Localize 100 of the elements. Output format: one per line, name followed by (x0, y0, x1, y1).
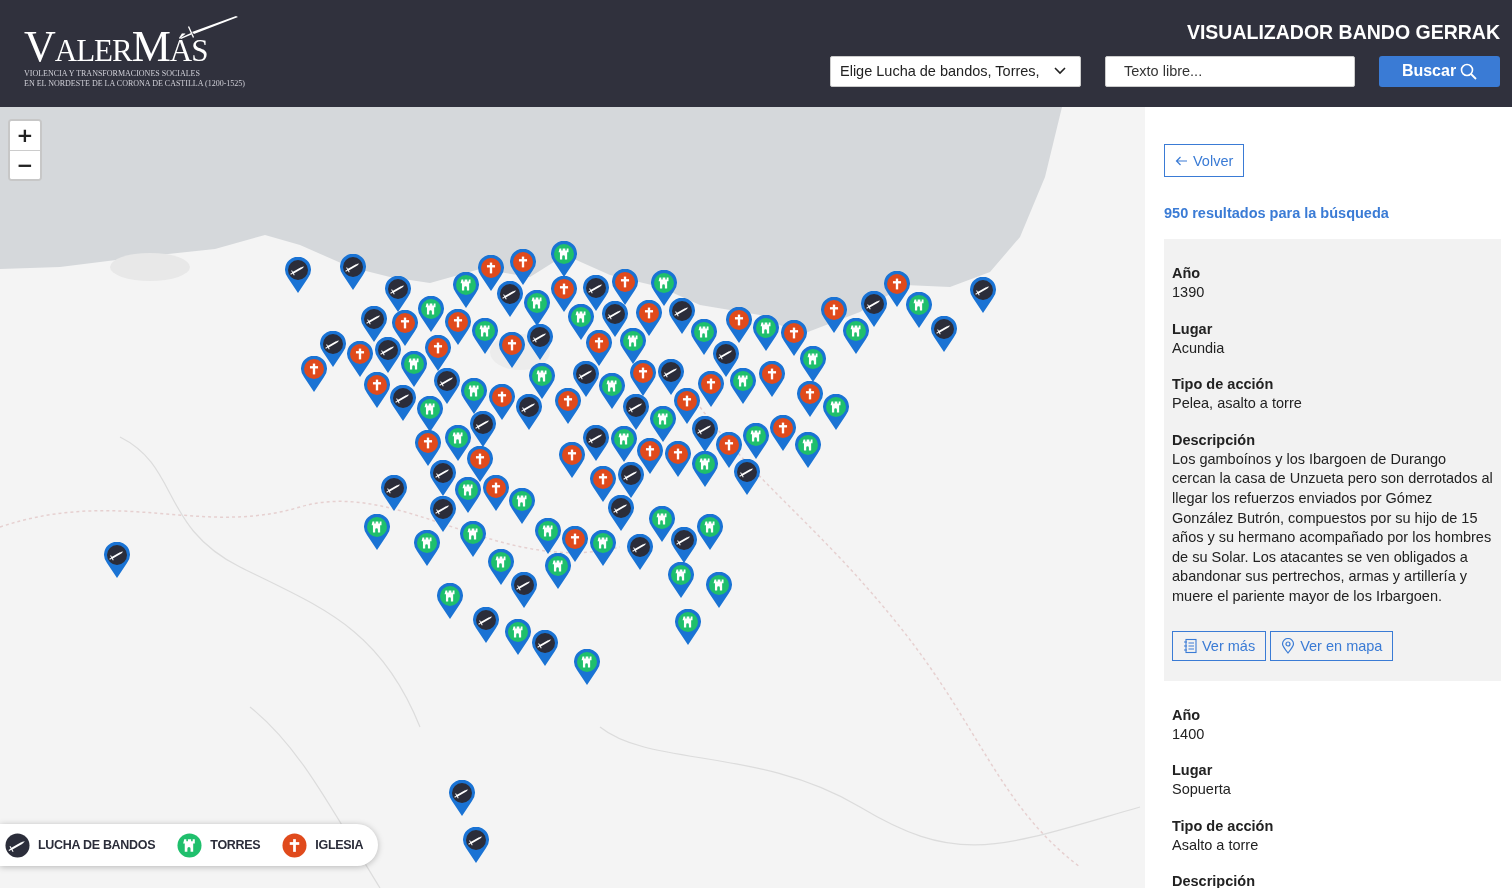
map-marker[interactable] (499, 332, 525, 368)
map-marker[interactable] (730, 368, 756, 404)
map-marker[interactable] (364, 514, 390, 550)
map-marker[interactable] (453, 272, 479, 308)
map-marker[interactable] (364, 372, 390, 408)
map-marker[interactable] (347, 341, 373, 377)
map-marker[interactable] (674, 388, 700, 424)
map-marker[interactable] (821, 297, 847, 333)
map-marker[interactable] (668, 562, 694, 598)
map-marker[interactable] (692, 451, 718, 487)
map-marker[interactable] (583, 425, 609, 461)
map-marker[interactable] (706, 572, 732, 608)
map-marker[interactable] (611, 426, 637, 462)
map-marker[interactable] (455, 477, 481, 513)
map-marker[interactable] (734, 459, 760, 495)
map-marker[interactable] (361, 306, 387, 342)
filter-select[interactable]: Elige Lucha de bandos, Torres, (830, 55, 1081, 87)
map-marker[interactable] (418, 296, 444, 332)
map-marker[interactable] (675, 609, 701, 645)
map-marker[interactable] (770, 415, 796, 451)
map-marker[interactable] (320, 331, 346, 367)
map-marker[interactable] (823, 394, 849, 430)
map-marker[interactable] (390, 385, 416, 421)
map-marker[interactable] (753, 315, 779, 351)
map-marker[interactable] (599, 373, 625, 409)
map-marker[interactable] (692, 416, 718, 452)
map-marker[interactable] (551, 276, 577, 312)
map-marker[interactable] (285, 257, 311, 293)
map-marker[interactable] (375, 337, 401, 373)
map-marker[interactable] (620, 328, 646, 364)
map-marker[interactable] (527, 324, 553, 360)
search-field[interactable]: Texto libre... (1105, 55, 1355, 87)
map-marker[interactable] (602, 301, 628, 337)
map-marker[interactable] (608, 495, 634, 531)
map-marker[interactable] (636, 300, 662, 336)
map-marker[interactable] (401, 351, 427, 387)
zoom-out-button[interactable]: − (10, 150, 40, 179)
map-marker[interactable] (562, 526, 588, 562)
search-button[interactable]: Buscar (1379, 55, 1500, 87)
map-marker[interactable] (884, 271, 910, 307)
map-marker[interactable] (590, 530, 616, 566)
map-marker[interactable] (489, 384, 515, 420)
map-marker[interactable] (555, 388, 581, 424)
map-marker[interactable] (510, 249, 536, 285)
map-marker[interactable] (574, 649, 600, 685)
map-marker[interactable] (612, 269, 638, 305)
map-marker[interactable] (568, 304, 594, 340)
map-marker[interactable] (795, 432, 821, 468)
map-marker[interactable] (415, 430, 441, 466)
map-marker[interactable] (460, 521, 486, 557)
map-marker[interactable] (573, 361, 599, 397)
map-marker[interactable] (665, 441, 691, 477)
map-marker[interactable] (669, 298, 695, 334)
map-marker[interactable] (449, 780, 475, 816)
map-marker[interactable] (658, 359, 684, 395)
map-marker[interactable] (650, 406, 676, 442)
map-marker[interactable] (800, 346, 826, 382)
details-button[interactable]: Ver más (1172, 630, 1267, 661)
map-marker[interactable] (509, 488, 535, 524)
map-marker[interactable] (529, 363, 555, 399)
map-marker[interactable] (478, 255, 504, 291)
map-marker[interactable] (414, 530, 440, 566)
map-marker[interactable] (590, 466, 616, 502)
map-marker[interactable] (385, 276, 411, 312)
map-marker[interactable] (425, 335, 451, 371)
map-marker[interactable] (551, 241, 577, 277)
map-marker[interactable] (651, 270, 677, 306)
map-button[interactable]: Ver en mapa (1270, 630, 1394, 661)
map-marker[interactable] (586, 330, 612, 366)
map-marker[interactable] (861, 291, 887, 327)
map-marker[interactable] (340, 254, 366, 290)
map-marker[interactable] (434, 368, 460, 404)
map-marker[interactable] (516, 394, 542, 430)
map-marker[interactable] (970, 277, 996, 313)
map-marker[interactable] (559, 442, 585, 478)
map-marker[interactable] (906, 292, 932, 328)
map-marker[interactable] (931, 316, 957, 352)
map-marker[interactable] (743, 423, 769, 459)
map-marker[interactable] (637, 438, 663, 474)
map-marker[interactable] (716, 432, 742, 468)
map-marker[interactable] (417, 396, 443, 432)
map-marker[interactable] (781, 320, 807, 356)
map-marker[interactable] (437, 583, 463, 619)
map-marker[interactable] (301, 356, 327, 392)
map-marker[interactable] (726, 307, 752, 343)
map-marker[interactable] (461, 378, 487, 414)
map-marker[interactable] (511, 572, 537, 608)
map-marker[interactable] (524, 290, 550, 326)
map-marker[interactable] (104, 542, 130, 578)
map-marker[interactable] (445, 425, 471, 461)
map-marker[interactable] (473, 607, 499, 643)
map-marker[interactable] (671, 527, 697, 563)
map-marker[interactable] (497, 281, 523, 317)
map-marker[interactable] (445, 309, 471, 345)
map-marker[interactable] (483, 475, 509, 511)
map-marker[interactable] (532, 630, 558, 666)
map-marker[interactable] (430, 460, 456, 496)
map-marker[interactable] (545, 553, 571, 589)
map-marker[interactable] (381, 475, 407, 511)
map-marker[interactable] (698, 371, 724, 407)
